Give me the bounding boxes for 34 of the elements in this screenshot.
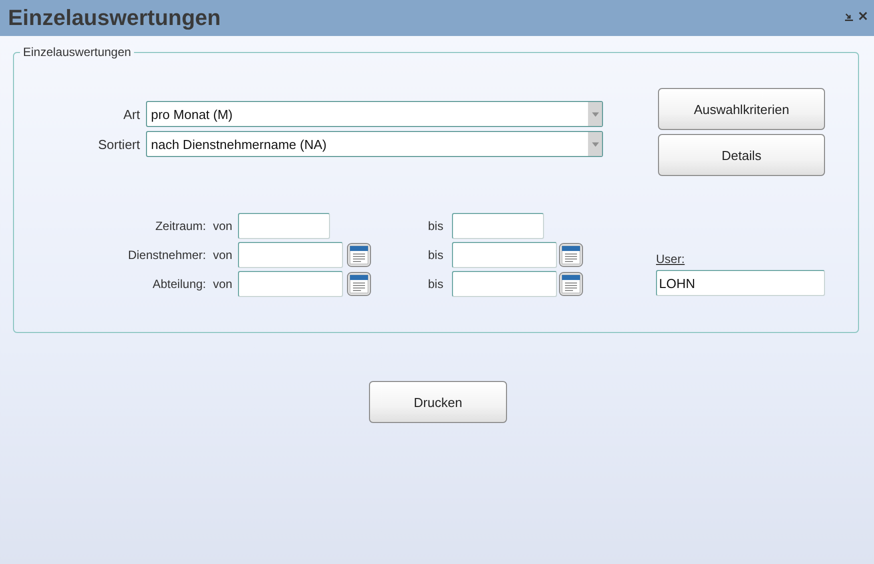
calendar-icon[interactable] [559,243,583,267]
field-label: Zeitraum: [154,219,206,233]
field-label: Art [122,106,140,122]
dropdown[interactable]: nach Dienstnehmername (NA) [146,131,603,157]
calendar-icon[interactable] [347,272,371,296]
to-field[interactable] [452,271,557,297]
caret-icon [592,112,598,116]
dropdown[interactable]: pro Monat (M) [146,101,603,127]
minimize-icon[interactable] [844,11,854,21]
from-field[interactable] [238,213,330,239]
to-field[interactable] [452,242,557,268]
field-label: von [212,248,234,262]
from-field[interactable] [238,242,343,268]
user-label: User: [656,252,686,266]
window-title: Einzelauswertungen [8,5,221,31]
field-label: von [212,219,234,233]
field-label: Sortiert [97,136,140,152]
field-label: von [212,277,234,291]
field-label: bis [428,248,444,262]
close-icon[interactable] [858,11,868,21]
print-button[interactable]: Drucken [369,381,507,423]
side-button[interactable]: Auswahlkriterien [658,88,825,130]
user-field[interactable]: LOHN [656,270,825,296]
group-title: Einzelauswertungen [20,45,134,59]
field-label: bis [428,219,444,233]
field-label: bis [428,277,444,291]
calendar-icon[interactable] [347,243,371,267]
field-label: Dienstnehmer: [126,248,206,262]
calendar-icon[interactable] [559,272,583,296]
field-label: Abteilung: [152,277,206,291]
to-field[interactable] [452,213,544,239]
caret-icon [592,142,598,146]
from-field[interactable] [238,271,343,297]
side-button[interactable]: Details [658,134,825,176]
